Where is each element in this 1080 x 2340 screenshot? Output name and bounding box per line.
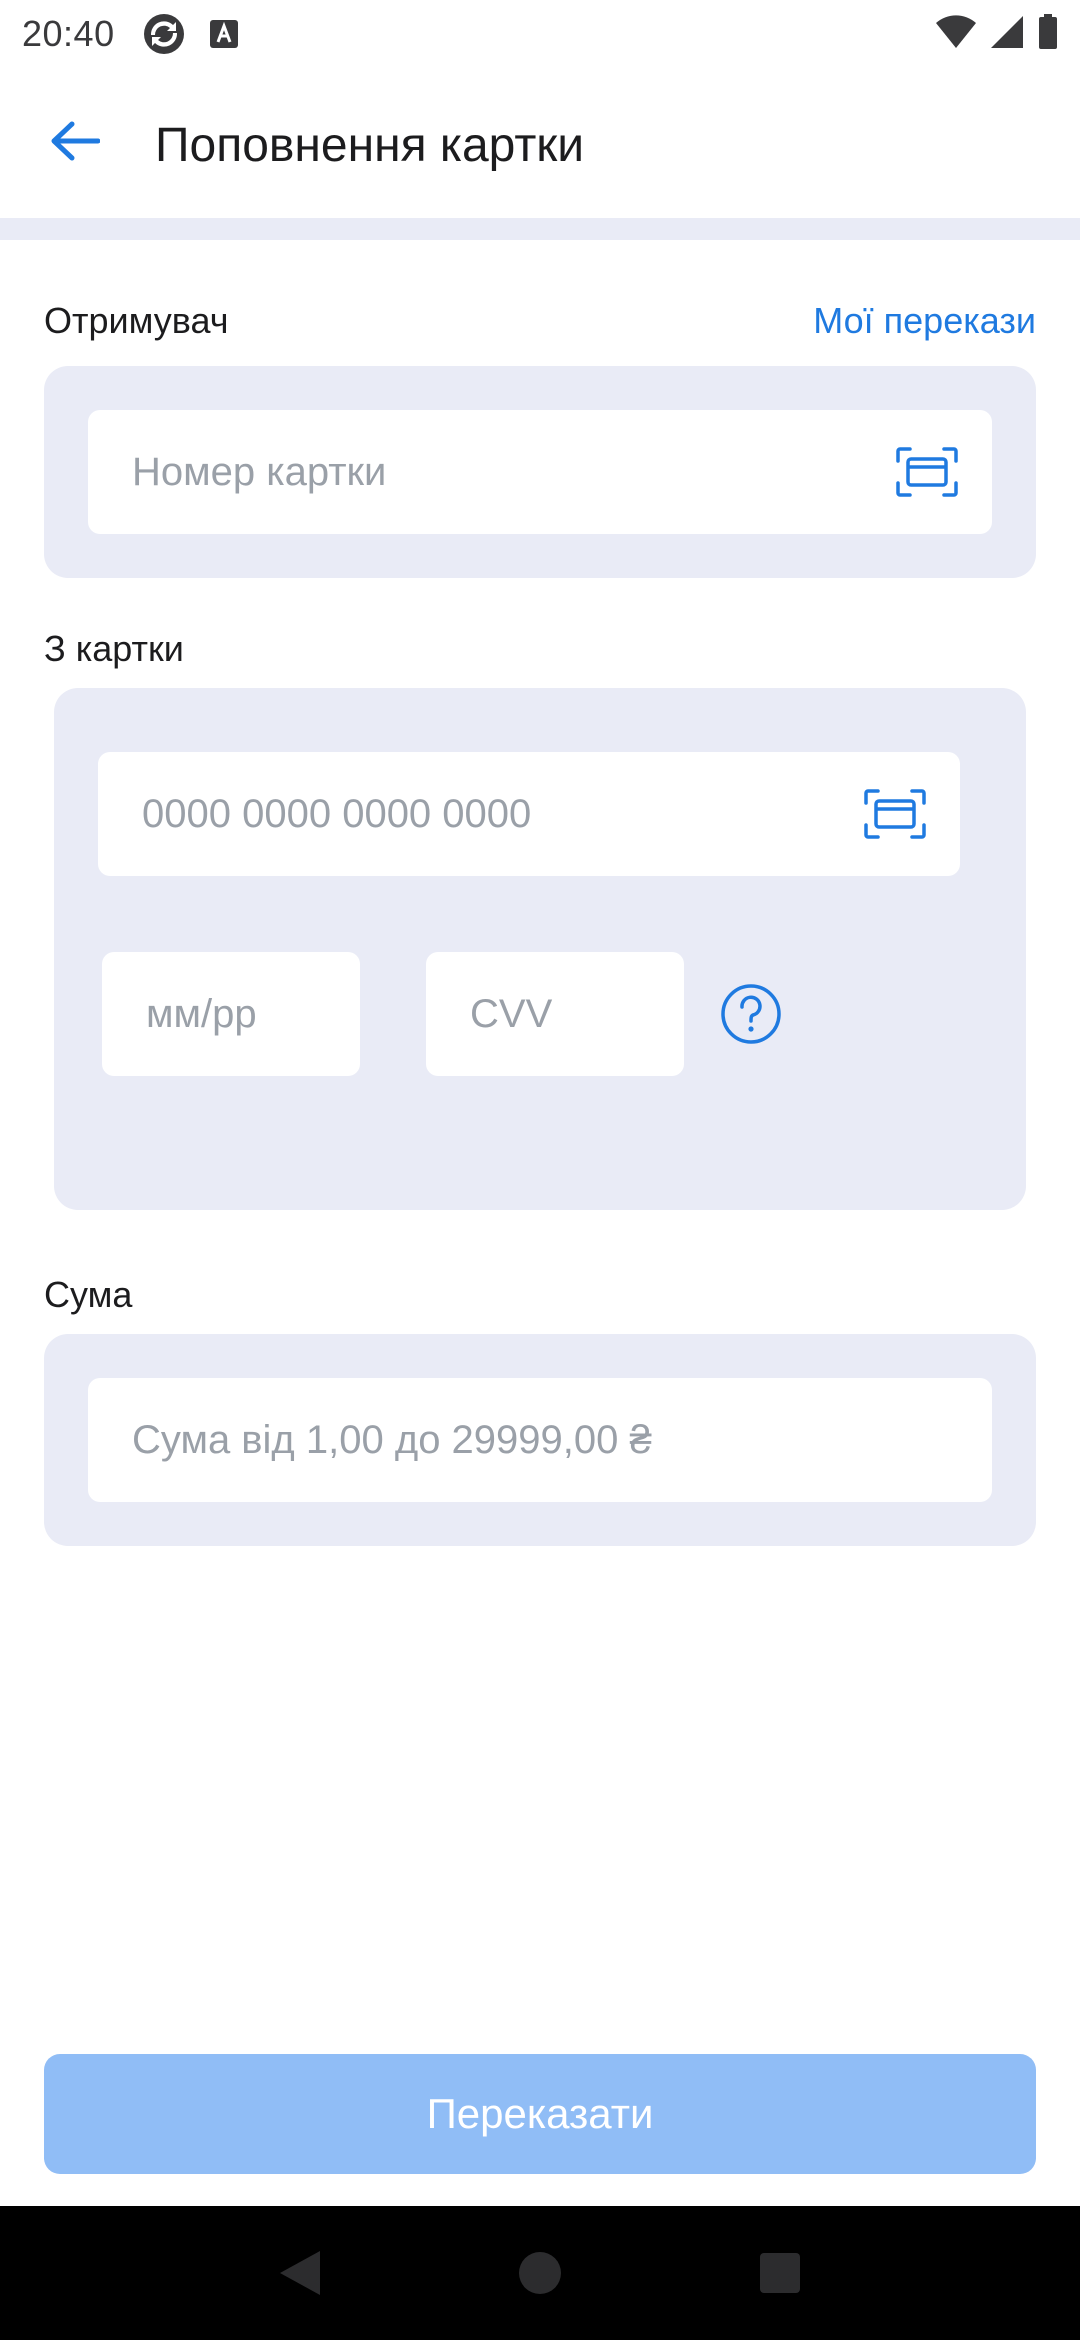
status-bar: 20:40 <box>0 0 1080 68</box>
amount-panel: Сума від 1,00 до 29999,00 ₴ <box>44 1334 1036 1546</box>
battery-icon <box>1038 13 1058 55</box>
from-card-panel: 0000 0000 0000 0000 мм/рр CVV <box>54 688 1026 1210</box>
page-title: Поповнення картки <box>155 119 585 172</box>
from-card-number-input[interactable]: 0000 0000 0000 0000 <box>98 752 960 876</box>
app-bar: Поповнення картки <box>0 68 1080 218</box>
recipient-panel: Номер картки <box>44 366 1036 578</box>
question-circle-icon[interactable] <box>720 983 782 1045</box>
card-scan-icon[interactable] <box>896 447 958 497</box>
card-scan-icon[interactable] <box>864 789 926 839</box>
amount-input[interactable]: Сума від 1,00 до 29999,00 ₴ <box>88 1378 992 1502</box>
transfer-button[interactable]: Переказати <box>44 2054 1036 2174</box>
back-button[interactable] <box>40 112 110 174</box>
amount-placeholder: Сума від 1,00 до 29999,00 ₴ <box>132 1417 652 1462</box>
sync-icon <box>143 13 185 55</box>
expiry-input[interactable]: мм/рр <box>102 952 360 1076</box>
from-card-number-placeholder: 0000 0000 0000 0000 <box>142 791 532 836</box>
nav-back-icon[interactable] <box>270 2243 330 2303</box>
nav-recents-icon[interactable] <box>750 2243 810 2303</box>
screen: 20:40 Поповнення картки Отримувач Мої пе… <box>0 0 1080 2340</box>
from-card-label: З картки <box>44 628 184 669</box>
recipient-card-placeholder: Номер картки <box>132 449 387 494</box>
system-nav-bar <box>0 2206 1080 2340</box>
my-transfers-link[interactable]: Мої перекази <box>813 300 1036 342</box>
a-badge-icon <box>203 13 245 55</box>
status-time: 20:40 <box>22 13 115 54</box>
wifi-icon <box>936 14 976 54</box>
expiry-placeholder: мм/рр <box>146 991 257 1036</box>
amount-label: Сума <box>44 1274 133 1315</box>
cvv-input[interactable]: CVV <box>426 952 684 1076</box>
divider <box>0 218 1080 240</box>
recipient-label: Отримувач <box>44 300 229 341</box>
recipient-card-input[interactable]: Номер картки <box>88 410 992 534</box>
cvv-placeholder: CVV <box>470 991 553 1036</box>
arrow-left-icon <box>50 121 101 166</box>
signal-icon <box>990 15 1024 54</box>
nav-home-icon[interactable] <box>510 2243 570 2303</box>
status-icons <box>936 10 1058 58</box>
